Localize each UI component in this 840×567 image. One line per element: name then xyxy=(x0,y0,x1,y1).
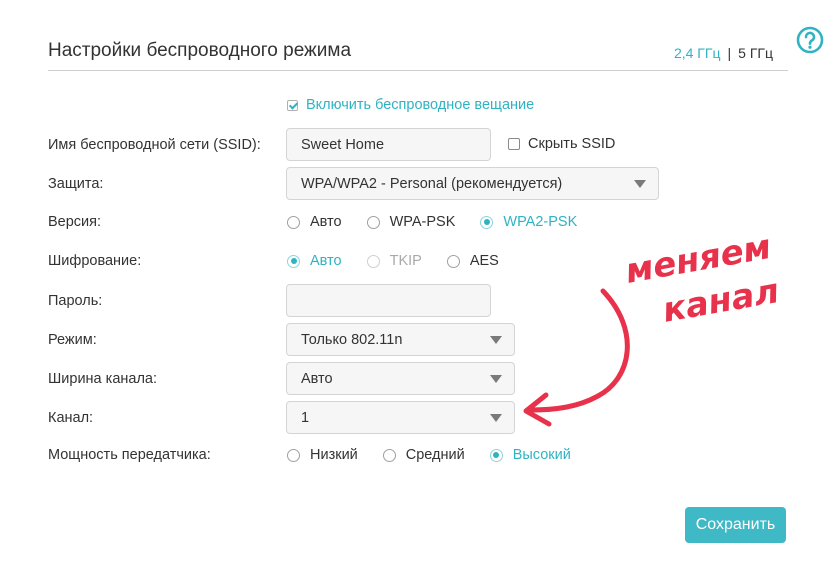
option-label: Высокий xyxy=(512,447,571,463)
security-value: WPA/WPA2 - Personal (рекомендуется) xyxy=(301,175,563,192)
option-label: Авто xyxy=(310,253,342,269)
option-label: Низкий xyxy=(310,447,358,463)
password-label: Пароль: xyxy=(48,293,103,309)
mode-label: Режим: xyxy=(48,332,97,348)
radio-empty-icon xyxy=(366,215,380,229)
version-option-auto[interactable]: Авто xyxy=(287,214,342,230)
arrow-head-icon xyxy=(523,392,552,427)
channel-width-label: Ширина канала: xyxy=(48,371,158,387)
channel-value: 1 xyxy=(301,409,310,426)
annotation-line1: меняем xyxy=(622,227,774,292)
chevron-down-icon xyxy=(490,374,502,383)
tx-power-option-high[interactable]: Высокий xyxy=(489,447,571,463)
channel-label: Канал: xyxy=(48,410,94,426)
tx-power-label: Мощность передатчика: xyxy=(48,447,211,463)
band-separator: | xyxy=(727,45,732,61)
encryption-option-aes[interactable]: AES xyxy=(446,253,499,269)
checkbox-checked-icon xyxy=(287,99,298,111)
option-label: WPA-PSK xyxy=(389,214,456,230)
band-switch: 2,4 ГГц | 5 ГГц xyxy=(674,45,773,61)
tx-power-radio-group: Низкий Средний Высокий xyxy=(287,447,571,463)
option-label: TKIP xyxy=(389,253,422,269)
encryption-option-tkip: TKIP xyxy=(366,253,422,269)
radio-selected-icon xyxy=(480,215,494,229)
chevron-down-icon xyxy=(490,335,502,344)
radio-empty-icon xyxy=(287,448,300,462)
annotation-line2: канал xyxy=(660,271,783,331)
security-select[interactable]: WPA/WPA2 - Personal (рекомендуется) xyxy=(286,167,659,200)
save-button[interactable]: Сохранить xyxy=(685,507,786,543)
channel-width-select[interactable]: Авто xyxy=(286,362,515,395)
encryption-radio-group: Авто TKIP AES xyxy=(287,253,499,269)
channel-width-value: Авто xyxy=(301,370,333,387)
page-title: Настройки беспроводного режима xyxy=(48,40,352,61)
broadcast-checkbox[interactable]: Включить беспроводное вещание xyxy=(287,97,534,113)
radio-selected-icon xyxy=(489,448,503,462)
version-option-wpa-psk[interactable]: WPA-PSK xyxy=(366,214,456,230)
ssid-label: Имя беспроводной сети (SSID): xyxy=(48,137,261,153)
header-divider xyxy=(48,70,788,71)
radio-disabled-icon xyxy=(366,254,380,268)
tx-power-option-medium[interactable]: Средний xyxy=(382,447,465,463)
mode-value: Только 802.11n xyxy=(301,331,403,348)
version-radio-group: Авто WPA-PSK WPA2-PSK xyxy=(287,214,577,230)
mode-select[interactable]: Только 802.11n xyxy=(286,323,515,356)
band-5ghz-link[interactable]: 5 ГГц xyxy=(738,45,773,61)
radio-empty-icon xyxy=(382,448,396,462)
encryption-option-auto[interactable]: Авто xyxy=(287,253,342,269)
question-circle-icon[interactable] xyxy=(796,26,824,54)
band-24ghz-link[interactable]: 2,4 ГГц xyxy=(674,45,721,61)
encryption-label: Шифрование: xyxy=(48,253,142,269)
chevron-down-icon xyxy=(490,413,502,422)
security-label: Защита: xyxy=(48,176,104,192)
broadcast-label: Включить беспроводное вещание xyxy=(306,97,535,113)
option-label: WPA2-PSK xyxy=(503,214,578,230)
radio-empty-icon xyxy=(446,254,460,268)
option-label: AES xyxy=(469,253,499,269)
ssid-input[interactable]: Sweet Home xyxy=(286,128,491,161)
channel-select[interactable]: 1 xyxy=(286,401,515,434)
hide-ssid-label: Скрыть SSID xyxy=(528,136,616,152)
ssid-value: Sweet Home xyxy=(301,136,385,153)
checkbox-empty-icon xyxy=(508,138,520,150)
hide-ssid-checkbox[interactable]: Скрыть SSID xyxy=(508,136,615,152)
tx-power-option-low[interactable]: Низкий xyxy=(287,447,358,463)
version-label: Версия: xyxy=(48,214,102,230)
password-input[interactable] xyxy=(286,284,491,317)
version-option-wpa2-psk[interactable]: WPA2-PSK xyxy=(480,214,577,230)
option-label: Средний xyxy=(405,447,465,463)
chevron-down-icon xyxy=(634,179,646,188)
annotation-arrow xyxy=(527,288,630,413)
radio-selected-icon xyxy=(287,254,300,268)
radio-empty-icon xyxy=(287,215,300,229)
option-label: Авто xyxy=(310,214,342,230)
